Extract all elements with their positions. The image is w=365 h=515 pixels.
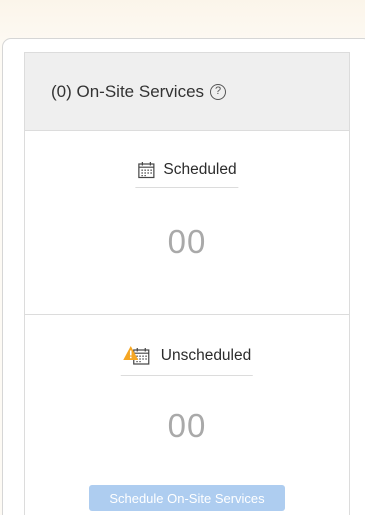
top-band <box>0 0 365 40</box>
calendar-warning-icon <box>123 346 150 365</box>
help-circle-icon[interactable]: ? <box>210 83 227 100</box>
scheduled-label: Scheduled <box>163 161 237 178</box>
scheduled-label-wrap: Scheduled <box>135 161 239 188</box>
calendar-icon <box>138 162 155 179</box>
panel-title: (0) On-Site Services <box>51 81 205 101</box>
schedule-on-site-services-button[interactable]: Schedule On-Site Services <box>89 485 285 511</box>
unscheduled-count: 00 <box>167 407 207 444</box>
scheduled-count: 00 <box>167 223 207 260</box>
unscheduled-label: Unscheduled <box>160 347 252 364</box>
on-site-services-panel: (0) On-Site Services ? Scheduled 00 Unsc… <box>24 52 350 515</box>
panel-header: (0) On-Site Services ? <box>25 53 349 131</box>
scheduled-section: Scheduled 00 <box>25 131 349 315</box>
unscheduled-label-wrap: Unscheduled <box>120 345 254 376</box>
unscheduled-section: Unscheduled 00 Schedule On-Site Services <box>25 315 349 515</box>
